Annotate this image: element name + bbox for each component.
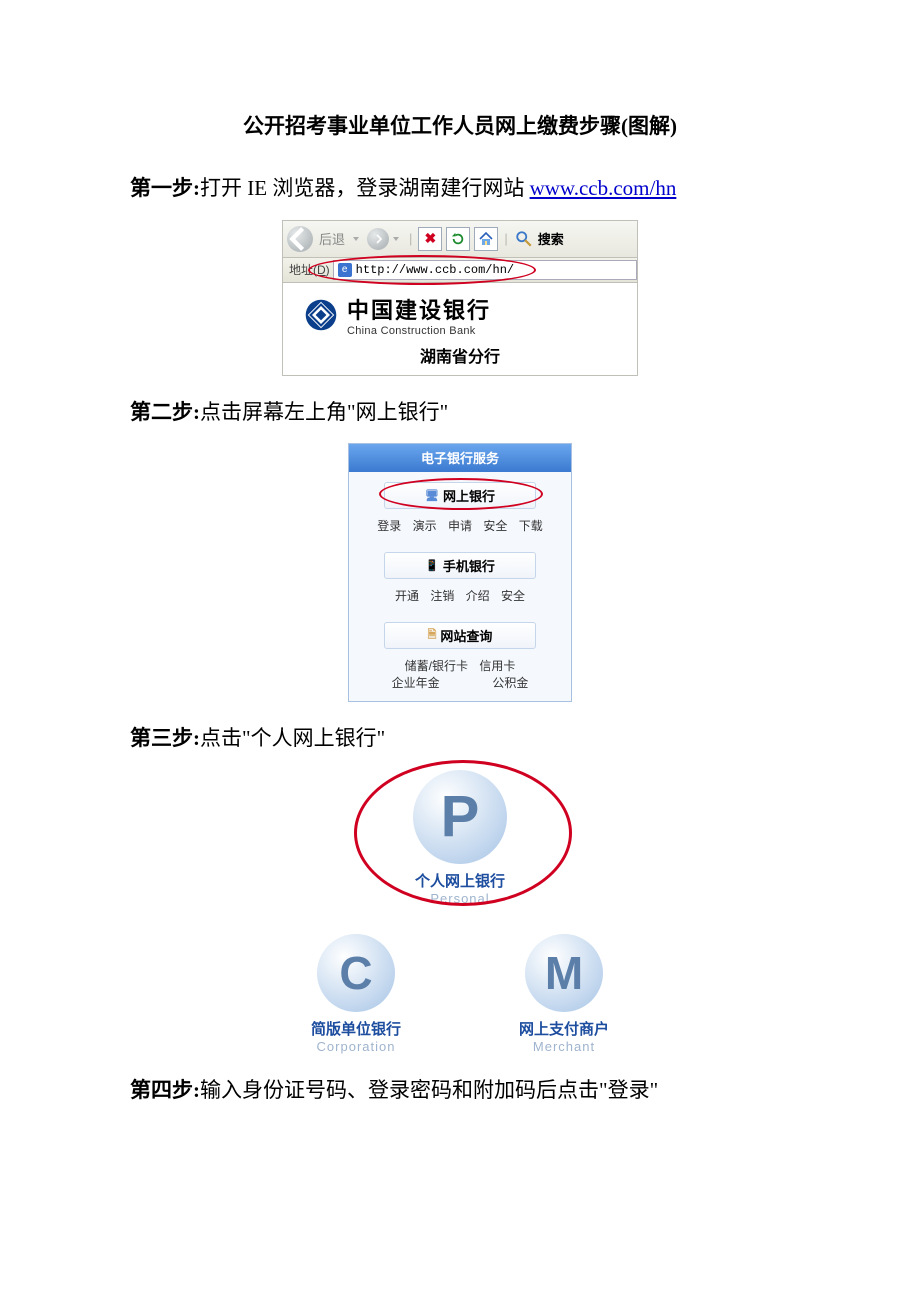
link-login[interactable]: 登录 <box>377 519 401 533</box>
step-2-target: 网上银行 <box>356 400 440 424</box>
corporation-en: Corporation <box>286 1039 426 1054</box>
back-label: 后退 <box>319 229 345 248</box>
step-2-label: 第二步: <box>130 400 200 424</box>
stop-button[interactable]: ✖ <box>418 227 442 251</box>
site-query-label: 网站查询 <box>440 626 492 645</box>
ie-address-bar: 地址(D) e http://www.ccb.com/hn/ <box>282 258 638 283</box>
step-2-text-a: 点击屏幕左上角" <box>200 400 356 424</box>
step-4-text-a: 输入身份证号码、登录密码和附加码后点击" <box>200 1078 608 1102</box>
link-intro[interactable]: 介绍 <box>466 589 490 603</box>
step-1-label: 第一步: <box>130 176 200 200</box>
address-label: 地址(D) <box>289 261 330 278</box>
back-dropdown-icon[interactable] <box>353 237 359 241</box>
personal-cn: 个人网上银行 <box>392 870 528 891</box>
monitor-icon: 🖥 <box>425 489 439 502</box>
document-page: 公开招考事业单位工作人员网上缴费步骤(图解) 第一步:打开 IE 浏览器，登录湖… <box>0 0 920 1221</box>
merchant-en: Merchant <box>494 1039 634 1054</box>
mobile-banking-links: 开通 注销 介绍 安全 <box>349 585 571 612</box>
link-cancel[interactable]: 注销 <box>430 589 454 603</box>
mobile-banking-label: 手机银行 <box>443 556 495 575</box>
address-url: http://www.ccb.com/hn/ <box>356 263 514 277</box>
doc-icon: 🗎 <box>428 626 437 645</box>
figure-1: 后退 | ✖ | 搜索 <box>130 220 790 376</box>
step-3-text-a: 点击" <box>200 726 251 750</box>
search-icon[interactable] <box>514 229 534 249</box>
search-label[interactable]: 搜索 <box>538 229 564 248</box>
document-title: 公开招考事业单位工作人员网上缴费步骤(图解) <box>130 110 790 140</box>
ie-toolbar: 后退 | ✖ | 搜索 <box>282 220 638 258</box>
step-3-label: 第三步: <box>130 726 200 750</box>
merchant-banking-button[interactable]: M 网上支付商户 Merchant <box>494 934 634 1054</box>
link-security[interactable]: 安全 <box>483 519 507 533</box>
personal-banking-button[interactable]: P 个人网上银行 Personal <box>392 770 528 906</box>
step-4-text-b: " <box>650 1078 659 1102</box>
ebank-panel-header: 电子银行服务 <box>349 444 571 472</box>
site-query-button[interactable]: 🗎 网站查询 <box>384 622 536 649</box>
link-download[interactable]: 下载 <box>519 519 543 533</box>
mobile-banking-button[interactable]: 📱 手机银行 <box>384 552 536 579</box>
step-1: 第一步:打开 IE 浏览器，登录湖南建行网站 www.ccb.com/hn <box>130 172 790 206</box>
home-button[interactable] <box>474 227 498 251</box>
link-demo[interactable]: 演示 <box>413 519 437 533</box>
link-open[interactable]: 开通 <box>395 589 419 603</box>
forward-button[interactable] <box>367 228 389 250</box>
merchant-cn: 网上支付商户 <box>494 1018 634 1039</box>
ccb-name-en: China Construction Bank <box>347 325 491 337</box>
step-2: 第二步:点击屏幕左上角"网上银行" <box>130 396 790 430</box>
address-input[interactable]: e http://www.ccb.com/hn/ <box>333 260 637 280</box>
link-fund[interactable]: 公积金 <box>492 676 528 690</box>
online-banking-label: 网上银行 <box>443 486 495 505</box>
link-security-2[interactable]: 安全 <box>501 589 525 603</box>
online-banking-links: 登录 演示 申请 安全 下载 <box>349 515 571 542</box>
ie-page-icon: e <box>338 263 352 277</box>
figure-2: 电子银行服务 🖥 网上银行 登录 演示 申请 安全 下载 📱 手机银行 开通 注… <box>130 443 790 702</box>
personal-en: Personal <box>392 891 528 906</box>
step-3-text-b: " <box>377 726 386 750</box>
step-4: 第四步:输入身份证号码、登录密码和附加码后点击"登录" <box>130 1074 790 1108</box>
ccb-site-header: 中国建设银行 China Construction Bank 湖南省分行 <box>282 283 638 376</box>
corporation-cn: 简版单位银行 <box>286 1018 426 1039</box>
refresh-button[interactable] <box>446 227 470 251</box>
step-3-target: 个人网上银行 <box>251 726 377 750</box>
link-credit[interactable]: 信用卡 <box>479 659 515 673</box>
link-savings[interactable]: 储蓄/银行卡 <box>405 659 468 673</box>
step-2-text-b: " <box>440 400 449 424</box>
m-circle-icon: M <box>525 934 603 1012</box>
ccb-logo-icon <box>303 297 339 333</box>
ccb-url-link[interactable]: www.ccb.com/hn <box>530 176 677 200</box>
online-banking-button[interactable]: 🖥 网上银行 <box>384 482 536 509</box>
forward-dropdown-icon[interactable] <box>393 237 399 241</box>
figure-3: P 个人网上银行 Personal C 简版单位银行 Corporation M… <box>130 770 790 1054</box>
corporation-banking-button[interactable]: C 简版单位银行 Corporation <box>286 934 426 1054</box>
step-3: 第三步:点击"个人网上银行" <box>130 722 790 756</box>
c-circle-icon: C <box>317 934 395 1012</box>
ccb-branch: 湖南省分行 <box>283 343 637 367</box>
step-1-text: 打开 IE 浏览器，登录湖南建行网站 <box>200 176 530 200</box>
phone-icon: 📱 <box>425 559 439 572</box>
step-4-label: 第四步: <box>130 1078 200 1102</box>
step-4-target: 登录 <box>608 1078 650 1102</box>
back-button[interactable] <box>287 226 313 252</box>
link-apply[interactable]: 申请 <box>448 519 472 533</box>
p-circle-icon: P <box>413 770 507 864</box>
site-query-links: 储蓄/银行卡 信用卡 企业年金 公积金 <box>349 655 571 701</box>
ccb-name-cn: 中国建设银行 <box>347 293 491 325</box>
link-annuity[interactable]: 企业年金 <box>392 676 440 690</box>
